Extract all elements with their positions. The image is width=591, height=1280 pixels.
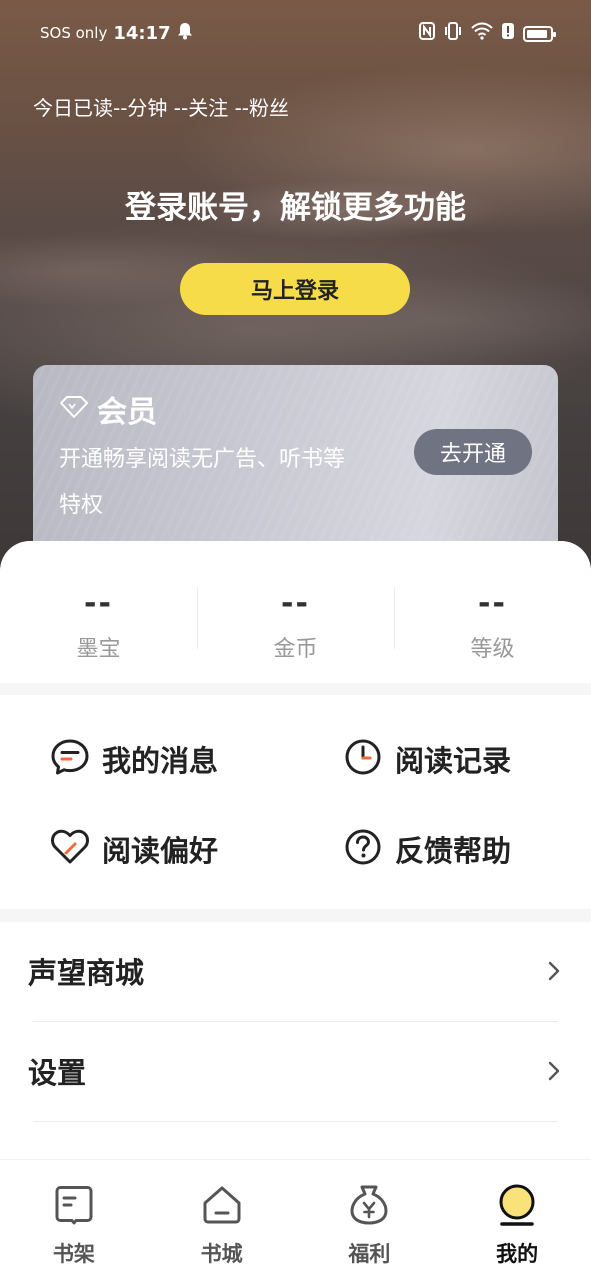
alert-icon [501, 22, 515, 45]
vip-description: 开通畅享阅读无广告、听书等特权 [59, 447, 346, 518]
carrier-text: SOS only [40, 24, 108, 42]
battery-icon [523, 25, 556, 42]
wifi-icon [471, 22, 493, 45]
tab-welfare[interactable]: 福利 [296, 1160, 444, 1280]
bookshelf-icon [51, 1182, 97, 1232]
stat-value: -- [84, 586, 113, 621]
status-bar: SOS only 14:17 [0, 0, 591, 66]
tab-label: 我的 [496, 1242, 539, 1266]
menu-item-label: 声望商城 [28, 956, 145, 990]
quick-action-preferences[interactable]: 阅读偏好 [50, 827, 218, 871]
stats-row: -- 墨宝 -- 金币 -- 等级 [0, 541, 591, 683]
quick-action-label: 阅读记录 [395, 744, 512, 778]
tab-label: 福利 [348, 1242, 391, 1266]
tab-profile[interactable]: 我的 [443, 1160, 591, 1280]
stat-label: 墨宝 [76, 637, 121, 662]
stat-label: 等级 [470, 637, 515, 662]
login-button[interactable]: 马上登录 [180, 263, 410, 315]
vibrate-icon [443, 22, 463, 45]
bottom-tab-bar: 书架 书城 福利 我的 [0, 1159, 591, 1280]
menu-item-settings[interactable]: 设置 [0, 1022, 591, 1120]
message-icon [50, 737, 90, 781]
bell-icon [177, 22, 193, 44]
heart-icon [50, 827, 90, 871]
quick-action-help[interactable]: 反馈帮助 [343, 827, 511, 871]
chevron-right-icon [547, 1060, 561, 1082]
login-title: 登录账号，解锁更多功能 [125, 190, 466, 226]
bookstore-icon [199, 1182, 245, 1232]
stat-level[interactable]: -- 等级 [394, 541, 591, 683]
stat-value: -- [478, 586, 507, 621]
quick-action-label: 我的消息 [102, 744, 219, 778]
stat-label: 金币 [273, 637, 318, 662]
tab-bookstore[interactable]: 书城 [148, 1160, 296, 1280]
menu-item-reputation-store[interactable]: 声望商城 [0, 922, 591, 1020]
quick-action-label: 阅读偏好 [102, 834, 219, 868]
vip-open-button[interactable]: 去开通 [414, 429, 532, 475]
quick-action-history[interactable]: 阅读记录 [343, 737, 511, 781]
quick-action-label: 反馈帮助 [395, 834, 512, 868]
quick-action-messages[interactable]: 我的消息 [50, 737, 218, 781]
tab-bookshelf[interactable]: 书架 [0, 1160, 148, 1280]
stat-mobao[interactable]: -- 墨宝 [0, 541, 197, 683]
stat-coins[interactable]: -- 金币 [197, 541, 394, 683]
help-icon [343, 827, 383, 871]
tab-label: 书城 [200, 1242, 243, 1266]
diamond-icon [59, 395, 89, 423]
stat-value: -- [281, 586, 310, 621]
profile-icon [494, 1182, 540, 1232]
money-bag-icon [346, 1182, 392, 1232]
menu-divider [33, 1121, 558, 1122]
quick-actions: 我的消息 阅读记录 阅读偏好 反馈帮助 [0, 695, 591, 909]
clock-icon [343, 737, 383, 781]
tab-label: 书架 [52, 1242, 95, 1266]
nfc-icon [419, 22, 435, 45]
chevron-right-icon [547, 960, 561, 982]
menu-item-label: 设置 [28, 1056, 87, 1090]
vip-card[interactable]: 会员 开通畅享阅读无广告、听书等特权 去开通 [33, 365, 558, 565]
reading-stats: 今日已读--分钟 --关注 --粉丝 [33, 96, 290, 120]
vip-title: 会员 [97, 395, 157, 430]
clock-text: 14:17 [113, 22, 171, 44]
